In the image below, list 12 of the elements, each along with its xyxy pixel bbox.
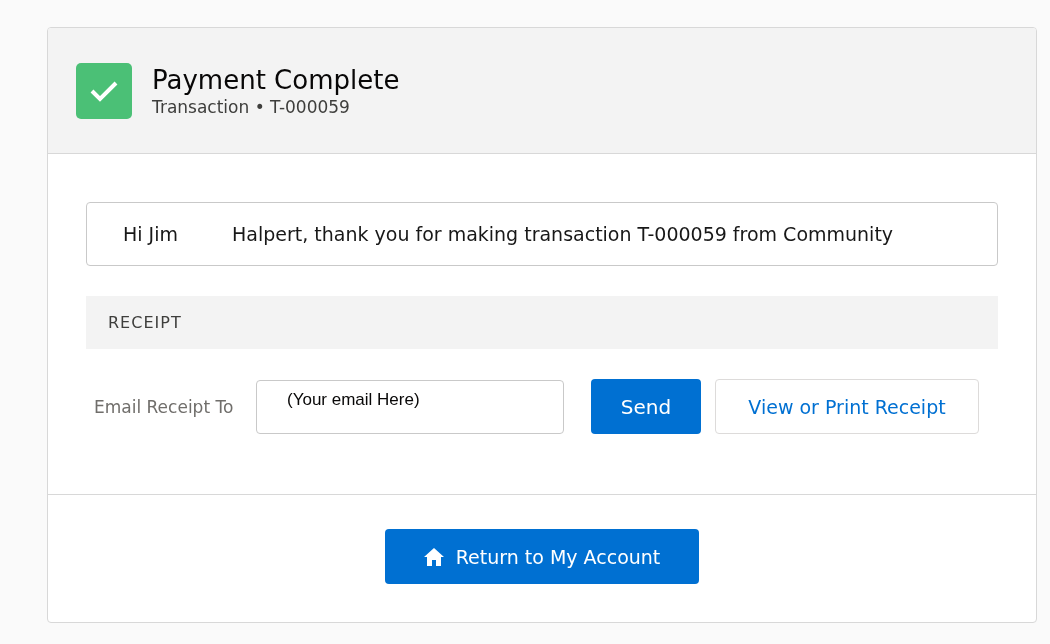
section-title: RECEIPT: [108, 313, 182, 332]
home-icon: [423, 547, 444, 566]
greeting-text: Hi Jim: [123, 223, 178, 245]
transaction-subtitle: Transaction • T-000059: [152, 96, 351, 117]
email-label: Email Receipt To: [94, 396, 235, 417]
email-field[interactable]: (Your email Here): [256, 379, 564, 434]
view-receipt-button[interactable]: View or Print Receipt: [715, 379, 979, 434]
send-button[interactable]: Send: [591, 379, 701, 434]
message-text: Halpert, thank you for making transaction T-000059 from Community: [232, 223, 894, 245]
success-check-icon: [76, 62, 132, 119]
return-button[interactable]: Return to My Account: [385, 529, 699, 584]
page-title: Payment Complete: [152, 64, 400, 95]
